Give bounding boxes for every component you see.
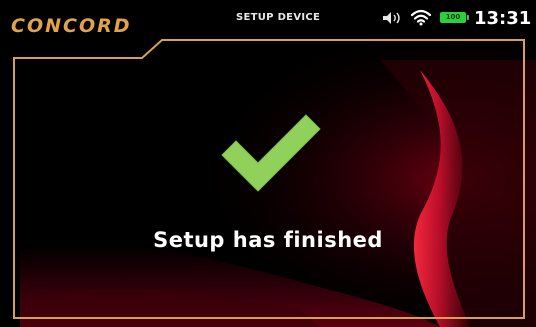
page-title: SETUP DEVICE: [236, 12, 321, 23]
status-message: Setup has finished: [153, 228, 383, 252]
battery-icon: 100: [440, 12, 469, 23]
clock: 13:31: [474, 8, 532, 29]
wifi-icon: [410, 9, 432, 26]
device-screen: CONCORD SETUP DEVICE 100 13:31 Setup has…: [0, 0, 536, 327]
battery-level: 100: [445, 13, 461, 21]
checkmark-icon: [221, 114, 321, 192]
speaker-volume-icon: [383, 12, 400, 24]
brand-logo: CONCORD: [11, 15, 132, 37]
